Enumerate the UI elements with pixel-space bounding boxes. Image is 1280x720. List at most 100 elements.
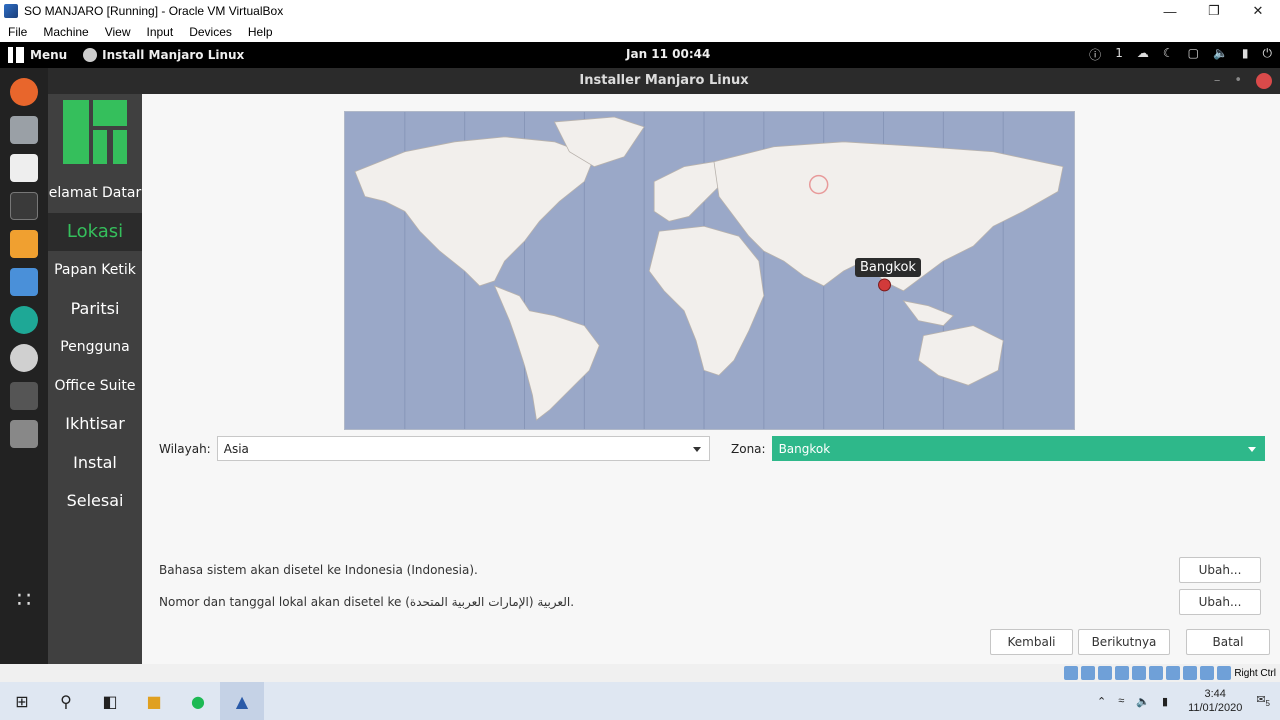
menu-machine[interactable]: Machine [35,25,96,39]
speaker-icon[interactable]: 🔈 [1136,695,1150,708]
installer-steps-sidebar: elamat Datar Lokasi Papan Ketik Paritsi … [48,94,142,664]
host-menubar: File Machine View Input Devices Help [0,22,1280,42]
zone-row: Zona: Bangkok [731,436,1265,461]
step-finish: Selesai [66,491,124,510]
terminal-icon[interactable] [10,192,38,220]
world-map [345,112,1074,429]
notification-count: 5 [1265,699,1270,709]
virtualbox-icon [4,4,18,18]
spotify-icon[interactable]: ● [176,682,220,720]
chat-icon[interactable] [10,268,38,296]
step-location: Lokasi [48,212,142,251]
step-welcome: elamat Datar [48,185,142,201]
task-label: Install Manjaro Linux [102,48,245,62]
shared-folder-icon[interactable] [1149,666,1164,680]
restore-icon[interactable]: ❐ [1192,0,1236,22]
back-button[interactable]: Kembali [990,629,1073,655]
menu-help[interactable]: Help [240,25,281,39]
minimize-icon[interactable]: — [1148,0,1192,22]
app-grid-icon[interactable]: ∷ [10,588,38,616]
menu-devices[interactable]: Devices [181,25,240,39]
locale-info: Nomor dan tanggal lokal akan disetel ke … [159,595,575,609]
installer-close-icon[interactable] [1256,73,1272,89]
chevron-up-icon[interactable]: ⌃ [1097,695,1106,708]
display-status-icon[interactable] [1166,666,1181,680]
cancel-button[interactable]: Batal [1186,629,1270,655]
guest-menu-button[interactable]: Menu [8,47,67,63]
menu-input[interactable]: Input [139,25,182,39]
change-language-button[interactable]: Ubah... [1179,557,1261,583]
installer-content: Bangkok Wilayah: Asia Zona: Bangkok Baha… [142,94,1280,664]
step-summary: Ikhtisar [65,414,125,433]
display-icon[interactable]: ▢ [1188,46,1199,63]
usb-icon[interactable] [1132,666,1147,680]
search-icon[interactable]: ⚲ [44,682,88,720]
wifi-icon[interactable]: ≈ [1118,695,1124,707]
text-editor-icon[interactable] [10,154,38,182]
region-label: Wilayah: [159,441,211,456]
host-titlebar: SO MANJARO [Running] - Oracle VM Virtual… [0,0,1280,22]
download-icon [83,48,98,62]
notification-icon[interactable]: ✉5 [1256,693,1270,708]
region-row: Wilayah: Asia [159,436,710,461]
installer-maximize-icon[interactable]: • [1234,68,1242,94]
battery-icon[interactable]: ▮ [1242,46,1249,63]
hdd-icon[interactable] [1064,666,1079,680]
mouse-integration-icon[interactable] [1217,666,1232,680]
file-manager-icon[interactable] [10,116,38,144]
night-mode-icon[interactable]: ☾ [1163,46,1174,63]
manjaro-brand-logo [63,100,127,164]
zone-select[interactable]: Bangkok [771,436,1265,461]
menu-view[interactable]: View [97,25,139,39]
optical-drive-icon[interactable] [1081,666,1096,680]
virtualbox-taskbar-icon[interactable]: ▲ [220,682,264,720]
disk-installer-icon[interactable] [10,344,38,372]
host-date: 11/01/2020 [1188,702,1243,714]
change-locale-button[interactable]: Ubah... [1179,589,1261,615]
host-time: 3:44 [1204,688,1226,700]
close-icon[interactable]: ✕ [1236,0,1280,22]
host-clock[interactable]: 3:44 11/01/2020 [1188,687,1242,715]
zone-value: Bangkok [778,441,831,456]
update-icon[interactable]: ⓘ [1089,46,1101,63]
download-manager-icon[interactable] [10,230,38,258]
step-partition: Paritsi [70,298,120,318]
zone-label: Zona: [731,441,766,456]
menu-file[interactable]: File [0,25,35,39]
step-users: Pengguna [60,339,130,355]
guest-dock: ∷ [0,68,48,664]
host-taskbar: ⊞ ⚲ ◧ ■ ● ▲ ⌃ ≈ 🔈 ▮ 3:44 11/01/2020 ✉5 [0,682,1280,720]
trash-icon[interactable] [10,420,38,448]
timezone-map[interactable]: Bangkok [344,111,1075,430]
terminal-download-icon[interactable] [10,382,38,410]
next-button[interactable]: Berikutnya [1078,629,1170,655]
network-adapter-icon[interactable] [1115,666,1130,680]
host-status-bar: Right Ctrl [0,664,1280,682]
power-icon[interactable]: ⏻ [1263,46,1273,63]
guest-tray: ⓘ 1 ☁ ☾ ▢ 🔈 ▮ ⏻ [1089,46,1272,63]
firefox-icon[interactable] [10,78,38,106]
task-view-icon[interactable]: ◧ [88,682,132,720]
tray-count: 1 [1115,46,1123,60]
network-icon[interactable]: ☁ [1137,46,1149,63]
camera-icon[interactable] [10,306,38,334]
map-pin-label: Bangkok [855,258,921,277]
audio-icon[interactable] [1098,666,1113,680]
folder-icon[interactable]: ■ [132,682,176,720]
volume-icon[interactable]: 🔈 [1213,46,1228,63]
host-key-label: Right Ctrl [1234,667,1276,679]
task-install-manjaro[interactable]: Install Manjaro Linux [83,48,244,62]
recording-icon[interactable] [1183,666,1198,680]
windows-start-icon[interactable]: ⊞ [0,682,44,720]
language-info: Bahasa sistem akan disetel ke Indonesia … [159,563,478,577]
installer-minimize-icon[interactable]: – [1214,68,1221,94]
battery-status-icon[interactable]: ▮ [1162,695,1168,708]
manjaro-logo-icon [8,47,24,63]
cpu-icon[interactable] [1200,666,1215,680]
region-select[interactable]: Asia [216,436,710,461]
step-keyboard: Papan Ketik [54,262,136,278]
guest-screen: Menu Install Manjaro Linux Jan 11 00:44 … [0,42,1280,664]
guest-clock[interactable]: Jan 11 00:44 [626,47,710,61]
guest-top-panel: Menu Install Manjaro Linux Jan 11 00:44 … [0,42,1280,68]
step-install: Instal [73,452,117,472]
